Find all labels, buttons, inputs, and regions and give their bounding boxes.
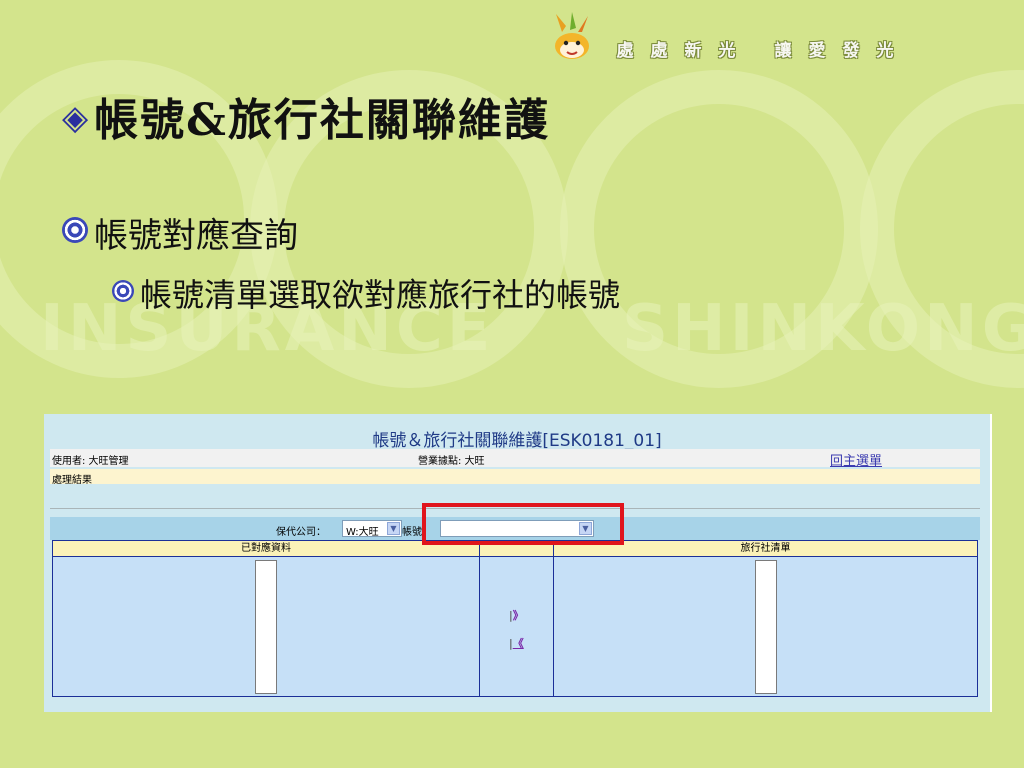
agency-listbox[interactable] bbox=[755, 560, 777, 694]
app-window-title: 帳號＆旅行社關聯維護[ESK0181_01] bbox=[372, 431, 662, 451]
move-left-icon: 《 bbox=[512, 637, 524, 650]
result-label: 處理結果 bbox=[52, 475, 92, 486]
bullet-l1-text: 帳號對應查詢 bbox=[94, 216, 298, 256]
bullet-l2-text: 帳號清單選取欲對應旅行社的帳號 bbox=[140, 276, 621, 314]
user-info-bar: 使用者: 大旺管理 營業據點: 大旺 回主選單 bbox=[50, 449, 980, 469]
slogan-char: 光 bbox=[718, 41, 736, 61]
slogan-char: 發 bbox=[842, 41, 860, 61]
slide-title-row: ◈帳號&旅行社關聯維護 bbox=[62, 84, 550, 148]
bullet-level-2: 帳號清單選取欲對應旅行社的帳號 bbox=[112, 270, 620, 316]
slogan-char: 光 bbox=[876, 41, 894, 61]
company-select[interactable]: W:大旺 ▼ bbox=[342, 520, 402, 538]
slogan-char: 讓 bbox=[774, 41, 792, 61]
company-label: 保代公司： bbox=[276, 527, 326, 538]
highlight-box bbox=[422, 503, 624, 545]
diamond-bullet-icon: ◈ bbox=[62, 98, 91, 138]
bullet-level-1: 帳號對應查詢 bbox=[62, 208, 298, 257]
swirl-bullet-icon bbox=[112, 280, 134, 302]
company-select-value: W:大旺 bbox=[346, 527, 379, 538]
result-bar: 處理結果 bbox=[50, 469, 980, 486]
slogan: 處處新光讓愛發光 bbox=[608, 36, 902, 61]
slogan-char: 處 bbox=[650, 41, 668, 61]
slogan-char: 愛 bbox=[808, 41, 826, 61]
chevron-down-icon[interactable]: ▼ bbox=[387, 522, 400, 535]
branch-label: 營業據點: 大旺 bbox=[418, 456, 485, 467]
mapped-column-header: 已對應資料 bbox=[53, 541, 479, 557]
bg-word-shinkong: SHINKONG bbox=[622, 292, 1024, 366]
move-right-button[interactable]: |》 bbox=[509, 607, 524, 623]
user-label: 使用者: 大旺管理 bbox=[52, 456, 129, 467]
slide-title: 帳號&旅行社關聯維護 bbox=[94, 95, 550, 146]
swirl-bullet-icon bbox=[62, 217, 88, 243]
move-left-button[interactable]: |《 bbox=[509, 635, 524, 651]
column-divider bbox=[553, 541, 554, 696]
move-right-icon: 》 bbox=[512, 609, 524, 622]
mascot-logo bbox=[555, 12, 589, 59]
mapped-listbox[interactable] bbox=[255, 560, 277, 694]
slogan-char: 處 bbox=[616, 41, 634, 61]
main-menu-link[interactable]: 回主選單 bbox=[830, 450, 882, 469]
slogan-char: 新 bbox=[684, 41, 702, 61]
column-divider bbox=[479, 541, 480, 696]
app-screenshot: 帳號＆旅行社關聯維護[ESK0181_01] 使用者: 大旺管理 營業據點: 大… bbox=[44, 414, 992, 712]
mapping-grid: 已對應資料 旅行社清單 |》 |《 bbox=[52, 540, 978, 697]
